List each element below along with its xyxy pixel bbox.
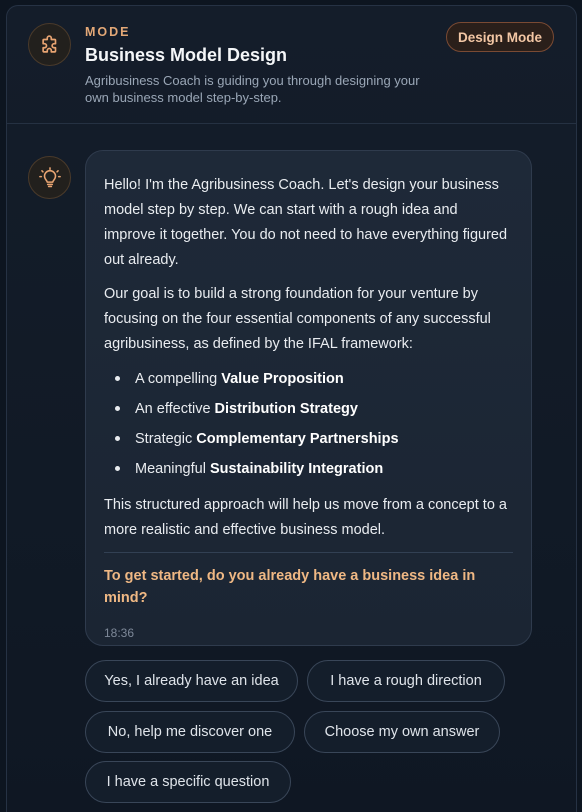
message-paragraph: This structured approach will help us mo… (104, 497, 507, 538)
mode-badge[interactable]: Design Mode (446, 22, 554, 52)
quick-reply-own-answer[interactable]: Choose my own answer (304, 711, 500, 753)
framework-list: A compelling Value Proposition An effect… (104, 366, 513, 486)
mode-header: MODE Business Model Design Agribusiness … (7, 6, 576, 124)
assistant-message: Hello! I'm the Agribusiness Coach. Let's… (85, 150, 532, 646)
bold-term: Complementary Partnerships (196, 431, 399, 447)
bold-term: Sustainability Integration (209, 461, 384, 477)
list-item: A compelling Value Proposition (104, 366, 513, 396)
quick-reply-specific-question[interactable]: I have a specific question (85, 761, 291, 803)
chat-panel: MODE Business Model Design Agribusiness … (6, 5, 577, 812)
message-timestamp: 18:36 (104, 626, 135, 640)
quick-reply-rough-direction[interactable]: I have a rough direction (307, 660, 505, 702)
mode-description: Agribusiness Coach is guiding you throug… (85, 73, 420, 105)
puzzle-icon (28, 23, 71, 66)
quick-reply-have-idea[interactable]: Yes, I already have an idea (85, 660, 298, 702)
message-paragraph: Hello! I'm the Agribusiness Coach. Let's… (104, 177, 508, 268)
page-title: Business Model Design (85, 45, 288, 65)
message-paragraph: Our goal is to build a strong foundation… (104, 286, 491, 352)
mode-kicker: MODE (85, 25, 131, 39)
coach-question: To get started, do you already have a bu… (104, 568, 476, 606)
list-item: Strategic Complementary Partnerships (104, 426, 513, 456)
list-item: Meaningful Sustainability Integration (104, 456, 513, 486)
lightbulb-icon (28, 156, 71, 199)
bold-term: Value Proposition (221, 371, 344, 387)
list-item: An effective Distribution Strategy (104, 396, 513, 426)
quick-reply-discover-one[interactable]: No, help me discover one (85, 711, 295, 753)
bold-term: Distribution Strategy (214, 401, 358, 417)
divider (104, 552, 513, 553)
